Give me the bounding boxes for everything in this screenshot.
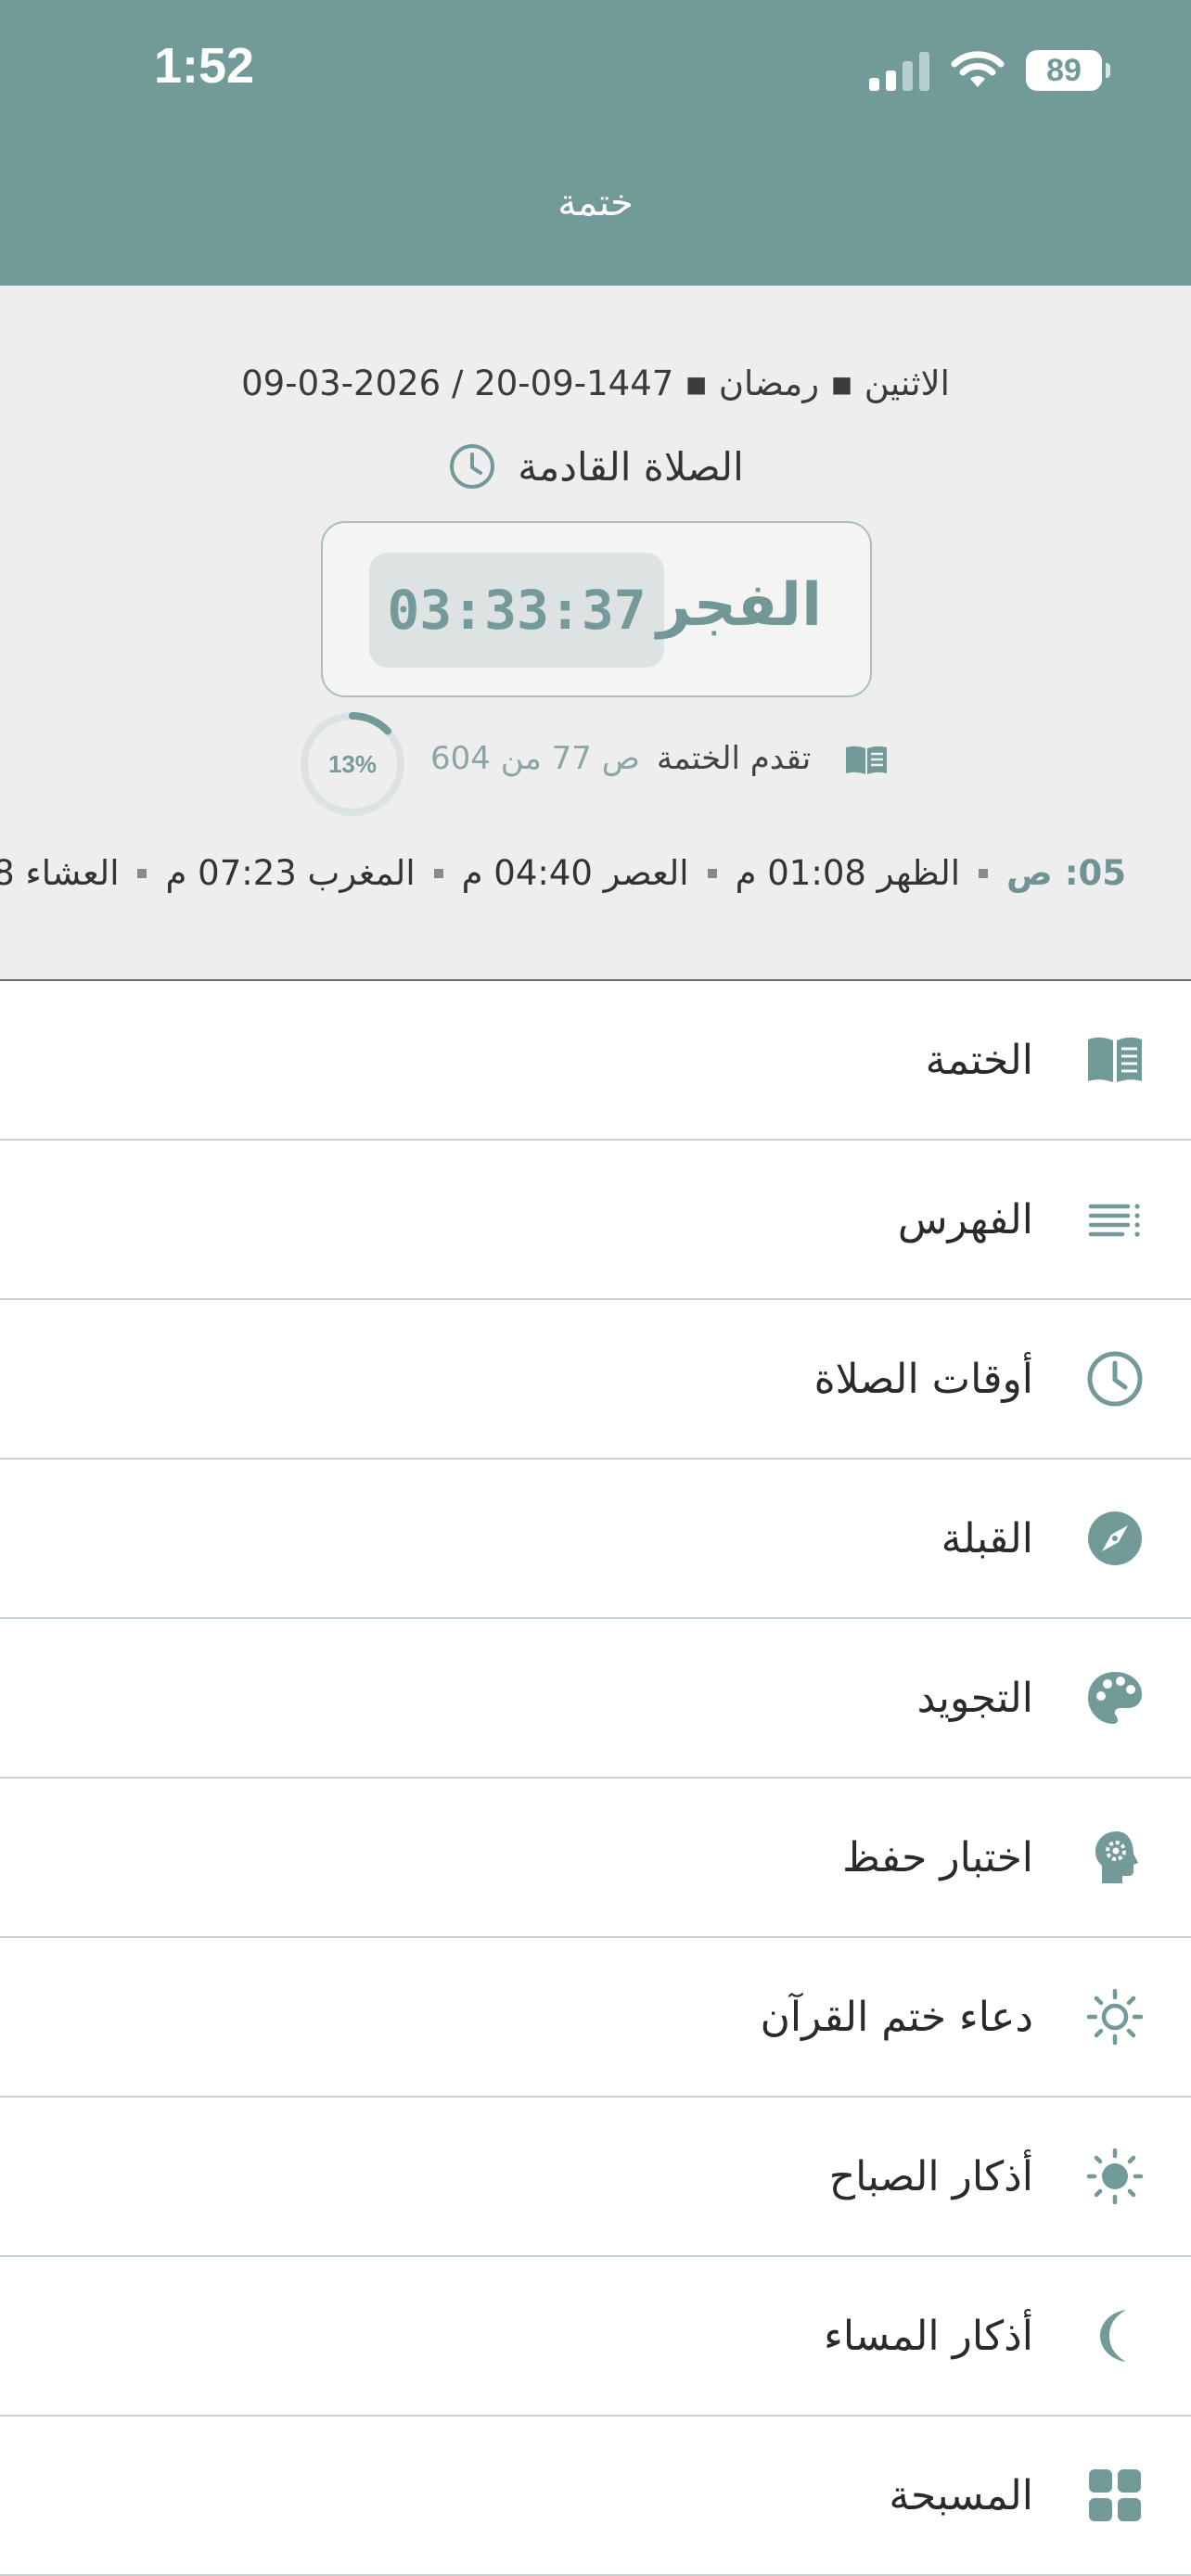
separator-dot	[433, 868, 443, 878]
sun-icon	[1086, 2148, 1144, 2205]
info-panel: الاثنين ▪ رمضان ▪ 1447-09-20 / 2026-03-0…	[0, 286, 1191, 981]
prayer-times-list: 05: ص الظهر 01:08 م العصر 04:40 م المغرب…	[0, 853, 1145, 893]
menu-item-tasbih[interactable]: المسبحة	[0, 2417, 1191, 2576]
menu-item-label: اختبار حفظ	[842, 1833, 1033, 1881]
next-prayer-label: الصلاة القادمة	[518, 443, 744, 490]
app-title: ختمة	[557, 182, 634, 224]
list-icon	[1088, 1204, 1140, 1237]
book-open-icon	[1088, 1037, 1142, 1082]
menu-item-label: المسبحة	[889, 2471, 1033, 2519]
progress-percent: 13%	[327, 749, 378, 778]
menu-item-memorization-test[interactable]: اختبار حفظ	[0, 1779, 1191, 1938]
menu-item-label: دعاء ختم القرآن	[760, 1993, 1033, 2041]
menu-item-label: أذكار المساء	[824, 2312, 1033, 2360]
menu-item-prayer-times[interactable]: أوقات الصلاة	[0, 1300, 1191, 1460]
signal-icon	[869, 50, 929, 91]
khatma-progress[interactable]: 13% ص 77 من 604 تقدم الختمة	[0, 708, 1191, 820]
top-bar: 1:52 89 ختمة	[0, 0, 1191, 286]
prayer-time-item: العصر 04:40 م	[461, 853, 689, 893]
countdown-timer: 03:33:37	[369, 553, 664, 668]
date-line: الاثنين ▪ رمضان ▪ 1447-09-20 / 2026-03-0…	[241, 363, 950, 403]
separator-dot	[707, 868, 717, 878]
menu-item-morning-adhkar[interactable]: أذكار الصباح	[0, 2098, 1191, 2257]
head-gear-icon	[1095, 1831, 1138, 1883]
sun-outline-icon	[1086, 1988, 1144, 2046]
menu-item-khatma[interactable]: الختمة	[0, 981, 1191, 1141]
prayer-times-ticker[interactable]: 05: ص الظهر 01:08 م العصر 04:40 م المغرب…	[0, 853, 1191, 918]
prayer-time-item: العشاء 8	[0, 853, 120, 893]
clock-icon	[1087, 1351, 1143, 1407]
menu-item-label: أوقات الصلاة	[813, 1355, 1033, 1403]
wifi-icon	[951, 51, 1005, 87]
progress-label: تقدم الختمة	[657, 740, 812, 777]
status-time: 1:52	[154, 38, 255, 94]
clock-icon	[450, 444, 495, 489]
book-icon	[846, 746, 887, 774]
progress-pages: ص 77 من 604	[430, 740, 640, 777]
menu-item-label: القبلة	[941, 1514, 1033, 1562]
menu-item-label: الختمة	[925, 1036, 1033, 1084]
palette-icon	[1088, 1672, 1142, 1724]
prayer-time-item: المغرب 07:23 م	[165, 853, 416, 893]
menu-item-khatm-dua[interactable]: دعاء ختم القرآن	[0, 1938, 1191, 2098]
separator-dot	[979, 868, 989, 878]
menu-item-index[interactable]: الفهرس	[0, 1141, 1191, 1300]
countdown-card[interactable]: 03:33:37 الفجر	[321, 521, 872, 697]
separator-dot	[137, 868, 147, 878]
prayer-time-item: الظهر 01:08 م	[735, 853, 961, 893]
menu-item-label: أذكار الصباح	[828, 2152, 1033, 2200]
menu-item-evening-adhkar[interactable]: أذكار المساء	[0, 2257, 1191, 2417]
main-menu: الختمة الفهرس أوقات الصلاة القبلة التجوي…	[0, 981, 1191, 2576]
next-prayer-name: الفجر	[657, 571, 822, 640]
menu-item-label: الفهرس	[897, 1195, 1033, 1243]
menu-item-tajweed[interactable]: التجويد	[0, 1619, 1191, 1779]
compass-icon	[1088, 1511, 1142, 1565]
prayer-time-item: 05: ص	[1006, 853, 1126, 893]
status-icons: 89	[869, 45, 1110, 96]
grid-icon	[1089, 2469, 1141, 2521]
moon-icon	[1100, 2310, 1126, 2362]
battery-indicator: 89	[1026, 50, 1110, 91]
menu-item-qibla[interactable]: القبلة	[0, 1460, 1191, 1619]
next-prayer-heading: الصلاة القادمة	[0, 441, 1191, 491]
menu-item-label: التجويد	[916, 1674, 1033, 1722]
